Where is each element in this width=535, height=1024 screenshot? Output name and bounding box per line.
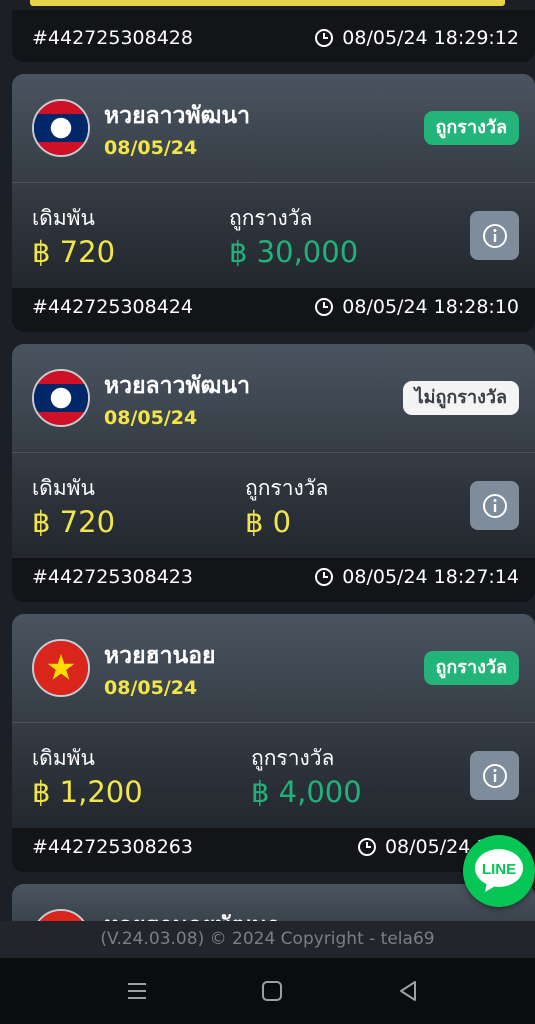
info-icon [482, 223, 507, 248]
top-accent-bar [30, 0, 505, 6]
bet-history-screen: #442725308428 08/05/24 18:29:12 หวยลาวพั… [0, 0, 535, 958]
line-chat-button[interactable]: LINE [463, 835, 535, 907]
ticket-id: #442725308263 [32, 836, 193, 858]
lottery-name: หวยฮานอย [104, 643, 216, 669]
laos-flag-icon [32, 369, 90, 427]
ticket-timestamp: 08/05/24 18:27:14 [314, 566, 519, 588]
card-header: หวยลาวพัฒนา 08/05/24 ไม่ถูกรางวัล [12, 344, 535, 452]
recent-apps-icon[interactable] [124, 978, 150, 1004]
card-footer: #442725308423 08/05/24 18:27:14 [12, 558, 535, 602]
ticket-id: #442725308428 [32, 27, 193, 49]
laos-flag-icon [32, 99, 90, 157]
status-badge: ถูกรางวัล [423, 651, 519, 685]
bet-card[interactable]: หวยลาวพัฒนา 08/05/24 ไม่ถูกรางวัล เดิมพั… [12, 344, 535, 602]
bet-amount: ฿ 1,200 [32, 775, 143, 809]
info-button[interactable] [470, 211, 519, 260]
clock-icon [315, 568, 334, 586]
timestamp-text: 08/05/24 18:28:10 [342, 296, 519, 318]
bet-label: เดิมพัน [32, 476, 95, 500]
ticket-timestamp: 08/05/24 18:29:12 [314, 27, 519, 49]
home-icon[interactable] [259, 978, 285, 1004]
lottery-name: หวยลาวพัฒนา [104, 373, 251, 399]
back-icon[interactable] [395, 978, 421, 1004]
bet-amount: ฿ 720 [32, 505, 116, 539]
timestamp-text: 08/05/24 18:29:12 [342, 27, 519, 49]
lottery-date: 08/05/24 [104, 137, 198, 159]
card-header: หวยฮานอย 08/05/24 ถูกรางวัล [12, 614, 535, 722]
vietnam-flag-icon [32, 639, 90, 697]
divider [12, 452, 535, 453]
clock-icon [315, 29, 334, 47]
clock-icon [357, 838, 376, 856]
prize-amount: ฿ 4,000 [251, 775, 362, 809]
line-label: LINE [482, 861, 516, 878]
bet-card[interactable]: หวยลาวพัฒนา 08/05/24 ถูกรางวัล เดิมพัน ฿… [12, 74, 535, 332]
lottery-date: 08/05/24 [104, 677, 198, 699]
prize-label: ถูกรางวัล [251, 746, 335, 770]
lottery-date: 08/05/24 [104, 407, 198, 429]
status-badge: ไม่ถูกรางวัล [402, 381, 519, 415]
system-navigation-bar [0, 958, 535, 1024]
ticket-timestamp: 08/05/24 18:28:10 [314, 296, 519, 318]
timestamp-text: 08/05/24 18:27:14 [342, 566, 519, 588]
prize-amount: ฿ 0 [245, 505, 292, 539]
info-button[interactable] [470, 751, 519, 800]
card-footer: #442725308424 08/05/24 18:28:10 [12, 288, 535, 332]
line-chat-icon: LINE [475, 849, 523, 892]
info-icon [482, 763, 507, 788]
lottery-name: หวยลาวพัฒนา [104, 103, 251, 129]
divider [12, 722, 535, 723]
bet-amount: ฿ 720 [32, 235, 116, 269]
info-icon [482, 493, 507, 518]
bet-card[interactable]: หวยฮานอย 08/05/24 ถูกรางวัล เดิมพัน ฿ 1,… [12, 614, 535, 872]
bet-label: เดิมพัน [32, 746, 95, 770]
divider [12, 182, 535, 183]
status-badge: ถูกรางวัล [423, 111, 519, 145]
ticket-id: #442725308423 [32, 566, 193, 588]
bet-label: เดิมพัน [32, 206, 95, 230]
card-header: หวยลาวพัฒนา 08/05/24 ถูกรางวัล [12, 74, 535, 182]
ticket-id: #442725308424 [32, 296, 193, 318]
card-footer: #442725308263 08/05/24 17:3 [12, 828, 535, 872]
previous-card-footer: #442725308428 08/05/24 18:29:12 [12, 10, 535, 62]
prize-amount: ฿ 30,000 [229, 235, 359, 269]
prize-label: ถูกรางวัล [229, 206, 313, 230]
info-button[interactable] [470, 481, 519, 530]
clock-icon [315, 298, 334, 316]
copyright-text: (V.24.03.08) © 2024 Copyright - tela69 [0, 921, 535, 958]
prize-label: ถูกรางวัล [245, 476, 329, 500]
